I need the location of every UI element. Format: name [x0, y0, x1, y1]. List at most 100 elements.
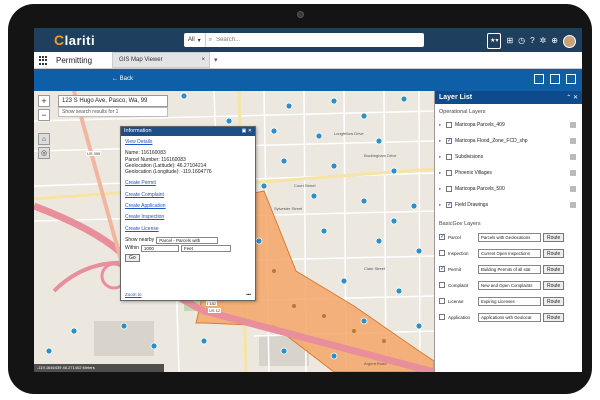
operational-layer-row[interactable]: ▸ Maricopa Parcels_500 — [435, 181, 582, 197]
locate-icon[interactable]: ◎ — [38, 147, 50, 159]
layer-filter-select[interactable]: Current Open Inspections — [478, 248, 541, 258]
expand-arrow-icon[interactable]: ▸ — [439, 138, 446, 144]
layer-checkbox[interactable] — [439, 265, 445, 272]
avatar[interactable] — [563, 34, 576, 48]
close-icon[interactable]: ✕ — [573, 95, 578, 101]
layer-checkbox[interactable] — [439, 282, 445, 288]
map-search-input[interactable]: 123 S Hugo Ave, Pasco, Wa, 99 — [58, 95, 168, 107]
route-button[interactable]: Route — [543, 248, 565, 258]
operational-layer-row[interactable]: ▸ Field Drawings — [435, 197, 582, 213]
app-logo[interactable]: Clariti — [54, 32, 95, 48]
layer-options-icon[interactable] — [570, 122, 576, 128]
layer-filter-select[interactable]: New and Open Complaints — [478, 280, 541, 290]
go-button[interactable]: Go — [125, 253, 140, 263]
layer-options-icon[interactable] — [570, 186, 576, 192]
map-search-suggestion[interactable]: Show search results for 1 — [58, 107, 168, 117]
route-button[interactable]: Route — [543, 264, 565, 274]
map-marker[interactable] — [360, 112, 368, 120]
map-marker[interactable] — [280, 347, 288, 355]
layer-options-icon[interactable] — [570, 154, 576, 160]
tabs-chevron-icon[interactable]: ▾ — [214, 56, 218, 64]
search-scope-select[interactable]: All ▾ — [184, 33, 206, 47]
map-marker[interactable] — [320, 227, 328, 235]
map-marker[interactable] — [330, 97, 338, 105]
layer-checkbox[interactable] — [446, 137, 452, 144]
route-button[interactable]: Route — [543, 280, 565, 290]
expand-arrow-icon[interactable]: ▸ — [439, 186, 446, 192]
layer-checkbox[interactable] — [446, 154, 452, 160]
collapse-icon[interactable]: ⌃ — [566, 95, 571, 101]
route-button[interactable]: Route — [543, 296, 565, 306]
map-marker[interactable] — [45, 347, 53, 355]
layer-checkbox[interactable] — [439, 233, 445, 240]
layer-filter-select[interactable]: Expiring Licenses — [478, 296, 541, 306]
map-marker[interactable] — [310, 192, 318, 200]
expand-arrow-icon[interactable]: ▸ — [439, 154, 446, 160]
help-icon[interactable]: ? — [530, 34, 534, 48]
tab-gis-map-viewer[interactable]: GIS Map Viewer × — [112, 52, 210, 68]
unit-select[interactable]: Feet — [180, 244, 231, 252]
basemap-grid-icon[interactable] — [534, 74, 544, 84]
map-marker[interactable] — [270, 127, 278, 135]
map-marker[interactable] — [410, 202, 418, 210]
recent-icon[interactable]: ◷ — [518, 34, 525, 48]
more-icon[interactable]: ••• — [246, 292, 251, 297]
add-icon[interactable]: ⊞ — [506, 34, 513, 48]
layer-options-icon[interactable] — [570, 170, 576, 176]
search-input[interactable] — [212, 33, 424, 47]
within-input[interactable]: 1000 — [140, 244, 179, 252]
map-marker[interactable] — [260, 182, 268, 190]
map-marker[interactable] — [70, 327, 78, 335]
layer-checkbox[interactable] — [439, 250, 445, 256]
expand-arrow-icon[interactable]: ▸ — [439, 170, 446, 176]
close-icon[interactable]: × — [201, 57, 205, 63]
operational-layer-row[interactable]: ▸ Subdivisions — [435, 149, 582, 165]
map-marker[interactable] — [415, 322, 423, 330]
layer-checkbox[interactable] — [446, 201, 452, 208]
map-marker[interactable] — [330, 352, 338, 360]
map-marker[interactable] — [150, 342, 158, 350]
map-marker[interactable] — [400, 95, 408, 103]
back-link[interactable]: ← Back — [112, 76, 133, 82]
map-marker[interactable] — [285, 102, 293, 110]
nearby-select[interactable]: Parcel - Parcels with — [156, 236, 219, 244]
route-button[interactable]: Route — [543, 232, 565, 242]
operational-layer-row[interactable]: ▸ Maricopa Parcels_409 — [435, 117, 582, 133]
app-launcher-icon[interactable] — [39, 56, 48, 65]
layer-options-icon[interactable] — [570, 202, 576, 208]
map-marker[interactable] — [360, 197, 368, 205]
map-marker[interactable] — [375, 137, 383, 145]
map-marker[interactable] — [330, 162, 338, 170]
map-marker[interactable] — [340, 277, 348, 285]
map-marker[interactable] — [415, 247, 423, 255]
layers-icon[interactable] — [550, 74, 560, 84]
map-marker[interactable] — [225, 117, 233, 125]
map-marker[interactable] — [360, 317, 368, 325]
layer-checkbox[interactable] — [439, 314, 445, 320]
layer-options-icon[interactable] — [570, 138, 576, 144]
zoom-out-button[interactable]: − — [38, 109, 50, 121]
map-marker[interactable] — [200, 337, 208, 345]
map-marker[interactable] — [255, 237, 263, 245]
home-icon[interactable]: ⌂ — [38, 133, 50, 145]
maximize-icon[interactable]: ▣ — [242, 128, 247, 134]
map-marker[interactable] — [315, 132, 323, 140]
apps-icon[interactable]: ⊕ — [551, 34, 558, 48]
layer-checkbox[interactable] — [446, 186, 452, 192]
zoom-to-link[interactable]: Zoom to — [125, 292, 142, 297]
map-marker[interactable] — [390, 217, 398, 225]
expand-arrow-icon[interactable]: ▸ — [439, 122, 446, 128]
map-marker[interactable] — [395, 287, 403, 295]
map-marker[interactable] — [180, 92, 188, 100]
map-marker[interactable] — [280, 157, 288, 165]
zoom-in-button[interactable]: + — [38, 95, 50, 107]
layer-filter-select[interactable]: Applications with Geolocat — [478, 312, 541, 322]
route-button[interactable]: Route — [543, 312, 565, 322]
legend-icon[interactable] — [566, 74, 576, 84]
operational-layer-row[interactable]: ▸ Phoenix Villages — [435, 165, 582, 181]
close-icon[interactable]: ✕ — [248, 128, 252, 134]
gear-icon[interactable]: ✲ — [540, 34, 547, 48]
layer-checkbox[interactable] — [446, 170, 452, 176]
map-marker[interactable] — [375, 237, 383, 245]
layer-filter-select[interactable]: Parcels with Geolocations — [478, 232, 541, 242]
